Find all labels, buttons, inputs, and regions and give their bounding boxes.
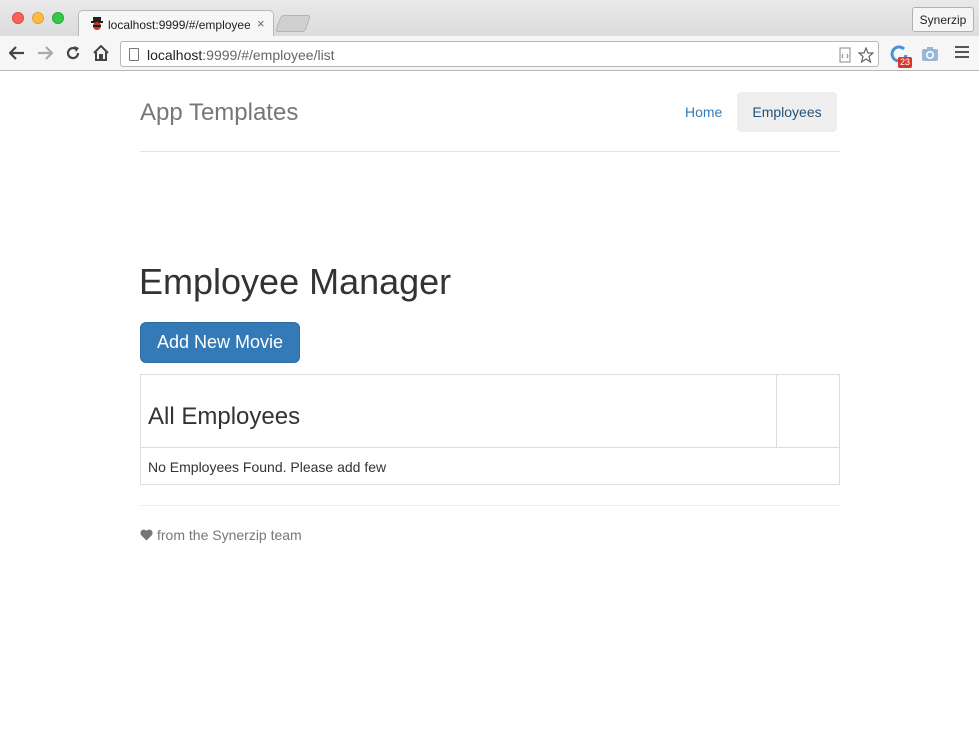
spy-favicon-icon (91, 17, 103, 30)
header-divider (140, 151, 840, 152)
table-row: No Employees Found. Please add few (141, 448, 839, 484)
browser-tab[interactable]: localhost:9999/#/employee/list × (78, 10, 274, 37)
menu-hamburger-icon[interactable] (955, 46, 969, 61)
close-window-button[interactable] (12, 12, 24, 24)
home-icon[interactable] (91, 43, 111, 63)
add-new-movie-button[interactable]: Add New Movie (140, 322, 300, 363)
tab-close-icon[interactable]: × (257, 16, 265, 31)
employees-table: All Employees No Employees Found. Please… (140, 374, 840, 485)
heart-icon (140, 529, 153, 541)
footer-divider (140, 505, 840, 506)
page-content: App Templates Home Employees Employee Ma… (0, 72, 979, 733)
url-text[interactable]: localhost:9999/#/employee/list (147, 47, 335, 63)
minimize-window-button[interactable] (32, 12, 44, 24)
camera-icon[interactable] (920, 44, 940, 64)
back-arrow-icon[interactable] (7, 43, 27, 63)
navbar-nav: Home Employees (670, 92, 837, 132)
column-divider (776, 375, 777, 447)
bookmark-star-icon[interactable] (858, 47, 874, 63)
navbar-brand[interactable]: App Templates (140, 99, 298, 127)
footer-text: from the Synerzip team (157, 527, 302, 543)
tab-title: localhost:9999/#/employee/list (108, 18, 250, 32)
table-header-row: All Employees (141, 375, 839, 448)
extension-badge: 23 (898, 57, 913, 68)
nav-item-employees[interactable]: Employees (737, 92, 837, 132)
table-heading: All Employees (148, 403, 301, 430)
reload-icon[interactable] (63, 43, 83, 63)
profile-button[interactable]: Synerzip (912, 7, 974, 32)
page-icon (129, 48, 139, 61)
new-tab-button[interactable] (274, 15, 312, 32)
empty-message: No Employees Found. Please add few (148, 459, 387, 475)
footer: from the Synerzip team (140, 527, 302, 543)
nav-item-home[interactable]: Home (670, 92, 737, 132)
page-title: Employee Manager (139, 261, 452, 302)
browser-toolbar: localhost:9999/#/employee/list (0, 36, 979, 71)
browser-titlebar: localhost:9999/#/employee/list × Synerzi… (0, 0, 979, 37)
maximize-window-button[interactable] (52, 12, 64, 24)
address-bar[interactable]: localhost:9999/#/employee/list (120, 41, 879, 67)
page-source-icon[interactable] (837, 47, 853, 63)
forward-arrow-icon[interactable] (35, 43, 55, 63)
